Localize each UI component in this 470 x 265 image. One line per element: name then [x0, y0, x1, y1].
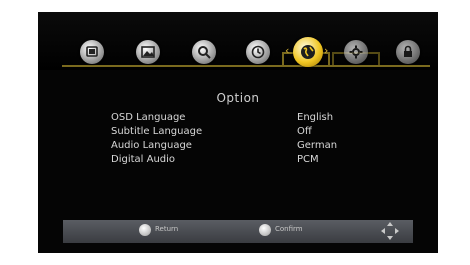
confirm-key-icon	[259, 224, 271, 236]
menu-right-arrow-icon[interactable]: ›	[324, 44, 328, 57]
return-key-icon	[139, 224, 151, 236]
menu-bar: ‹ ›	[38, 12, 438, 70]
option-row-digital-audio[interactable]: Digital Audio PCM	[111, 154, 371, 168]
option-value: PCM	[297, 154, 319, 165]
image-icon[interactable]	[136, 40, 160, 64]
lock-icon[interactable]	[396, 40, 420, 64]
confirm-hint: Confirm	[275, 225, 303, 233]
return-hint: Return	[155, 225, 179, 233]
option-value: German	[297, 140, 338, 151]
settings-gear-icon[interactable]	[344, 40, 368, 64]
option-value: English	[297, 112, 334, 123]
picture-icon[interactable]	[80, 40, 104, 64]
option-row-osd-language[interactable]: OSD Language English	[111, 112, 371, 126]
search-icon[interactable]	[192, 40, 216, 64]
option-globe-icon[interactable]	[293, 37, 323, 67]
osd-screen: ‹ › Option OSD Language English Subtitle…	[38, 12, 438, 253]
menu-left-arrow-icon[interactable]: ‹	[285, 44, 289, 57]
option-row-audio-language[interactable]: Audio Language German	[111, 140, 371, 154]
navigation-dpad-icon	[381, 222, 399, 240]
option-label: Subtitle Language	[111, 126, 203, 137]
time-icon[interactable]	[246, 40, 270, 64]
option-label: Audio Language	[111, 140, 192, 151]
option-row-subtitle-language[interactable]: Subtitle Language Off	[111, 126, 371, 140]
page-title: Option	[216, 91, 260, 105]
option-value: Off	[297, 126, 312, 137]
footer-hint-bar: Return Confirm	[63, 220, 413, 243]
option-label: Digital Audio	[111, 154, 176, 165]
option-label: OSD Language	[111, 112, 186, 123]
